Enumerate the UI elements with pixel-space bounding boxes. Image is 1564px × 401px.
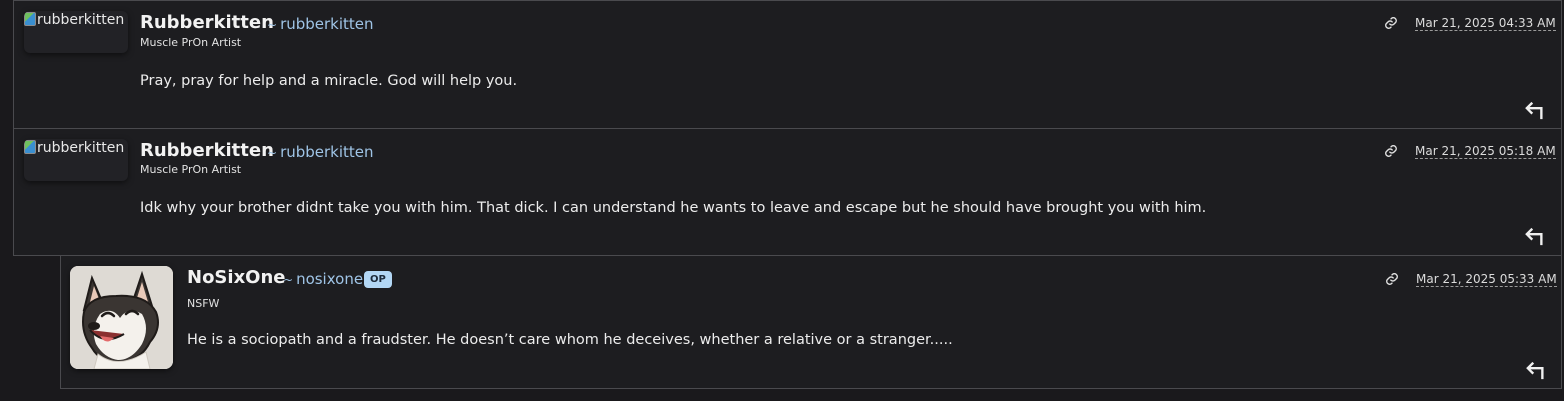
link-icon[interactable] <box>1385 272 1399 286</box>
avatar-alt-text: rubberkitten <box>37 12 125 28</box>
comment-card: NoSixOne ~ nosixone OP NSFW He is a socio… <box>60 255 1562 389</box>
link-icon[interactable] <box>1384 144 1398 158</box>
op-badge: OP <box>364 271 392 288</box>
author-handle-text: rubberkitten <box>280 143 374 161</box>
author-name[interactable]: Rubberkitten <box>140 12 274 33</box>
broken-image-icon <box>24 12 36 26</box>
husky-avatar-icon <box>70 266 173 369</box>
tilde-icon: ~ <box>267 146 278 160</box>
author-handle-text: rubberkitten <box>280 15 374 33</box>
reply-icon[interactable] <box>1525 360 1547 380</box>
comment-card: rubberkitten Rubberkitten ~ rubberkitten … <box>13 128 1562 256</box>
avatar-alt-text: rubberkitten <box>37 140 125 156</box>
broken-image-icon <box>24 140 36 154</box>
comment-body: He is a sociopath and a fraudster. He do… <box>187 332 953 348</box>
reply-icon[interactable] <box>1524 100 1546 120</box>
comment-card: rubberkitten Rubberkitten ~ rubberkitten … <box>13 0 1562 129</box>
avatar[interactable]: rubberkitten <box>24 139 128 181</box>
author-flair: Muscle PrOn Artist <box>140 163 242 176</box>
author-handle[interactable]: ~ rubberkitten <box>267 143 374 161</box>
link-icon[interactable] <box>1384 16 1398 30</box>
author-handle[interactable]: ~ nosixone <box>283 270 363 288</box>
author-flair: NSFW <box>187 297 220 310</box>
tilde-icon: ~ <box>267 18 278 32</box>
author-handle-text: nosixone <box>296 270 364 288</box>
author-flair: Muscle PrOn Artist <box>140 36 242 49</box>
comment-body: Pray, pray for help and a miracle. God w… <box>140 73 518 89</box>
avatar[interactable]: rubberkitten <box>24 11 128 53</box>
comment-timestamp[interactable]: Mar 21, 2025 04:33 AM <box>1415 16 1556 31</box>
tilde-icon: ~ <box>283 273 294 287</box>
comment-body: Idk why your brother didnt take you with… <box>140 200 1207 216</box>
author-name[interactable]: NoSixOne <box>187 267 286 288</box>
avatar[interactable] <box>70 266 173 369</box>
author-handle[interactable]: ~ rubberkitten <box>267 15 374 33</box>
author-name[interactable]: Rubberkitten <box>140 140 274 161</box>
reply-icon[interactable] <box>1524 226 1546 246</box>
comment-timestamp[interactable]: Mar 21, 2025 05:18 AM <box>1415 144 1556 159</box>
comment-timestamp[interactable]: Mar 21, 2025 05:33 AM <box>1416 272 1557 287</box>
